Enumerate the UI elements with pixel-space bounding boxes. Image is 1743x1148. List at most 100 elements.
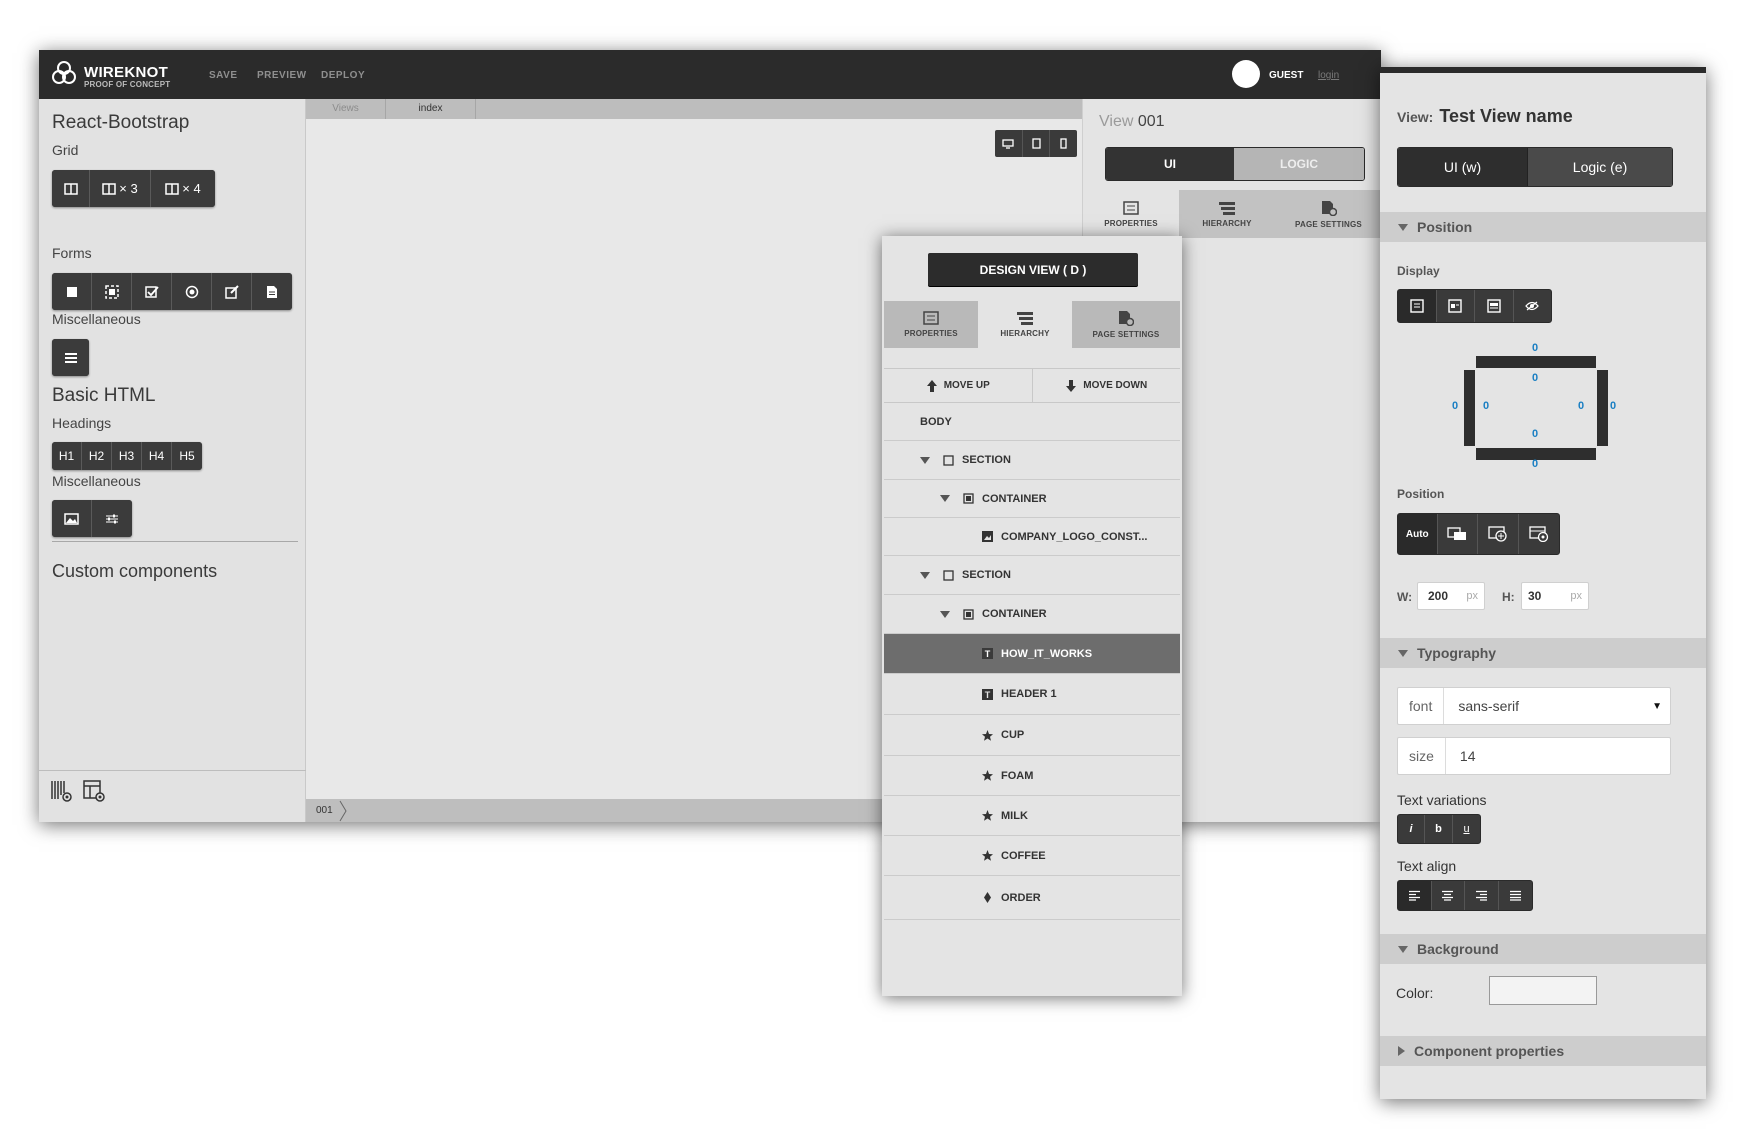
h5-button[interactable]: H5	[172, 442, 202, 470]
tab-views[interactable]: Views	[306, 99, 386, 119]
tree-node-container[interactable]: CONTAINER	[884, 480, 1180, 518]
hierarchy-tab-hierarchy[interactable]: HIERARCHY	[978, 301, 1072, 348]
deploy-link[interactable]: DEPLOY	[321, 70, 365, 81]
size-value[interactable]: 14	[1446, 738, 1670, 774]
image-icon[interactable]	[52, 500, 92, 537]
font-value[interactable]: sans-serif	[1444, 688, 1652, 724]
background-section-header[interactable]: Background	[1380, 934, 1706, 964]
margin-top-value[interactable]: 0	[1532, 342, 1538, 354]
phone-icon[interactable]	[1050, 130, 1077, 157]
position-relative-icon[interactable]	[1438, 514, 1479, 554]
sliders-icon[interactable]	[92, 500, 132, 537]
select-form-icon[interactable]	[92, 273, 132, 310]
design-view-button[interactable]: DESIGN VIEW ( D )	[928, 253, 1138, 286]
padding-left-value[interactable]: 0	[1483, 400, 1489, 412]
breadcrumb[interactable]: 001	[316, 805, 333, 816]
h4-button[interactable]: H4	[142, 442, 172, 470]
login-link[interactable]: login	[1318, 70, 1339, 81]
layout-view-icon[interactable]	[82, 779, 106, 803]
document-icon[interactable]	[252, 273, 292, 310]
position-fixed-icon[interactable]	[1519, 514, 1559, 554]
expand-arrow-icon[interactable]	[940, 610, 950, 618]
size-input[interactable]: size 14	[1397, 737, 1671, 775]
tree-node-diamond[interactable]: ORDER	[884, 876, 1180, 920]
grid-1-button[interactable]	[52, 170, 90, 207]
tab-properties[interactable]: PROPERTIES	[1083, 190, 1179, 238]
typography-section-header[interactable]: Typography	[1380, 638, 1706, 668]
h2-button[interactable]: H2	[82, 442, 112, 470]
tab-index[interactable]: index	[386, 99, 476, 119]
display-block-icon[interactable]	[1398, 290, 1437, 322]
width-input[interactable]: 200 px	[1417, 582, 1485, 610]
tab-logic[interactable]: LOGIC	[1234, 148, 1364, 180]
tree-node-section[interactable]: SECTION	[884, 556, 1180, 595]
preview-link[interactable]: PREVIEW	[257, 70, 307, 81]
align-left-icon[interactable]	[1398, 881, 1432, 910]
tree-node-text[interactable]: T HEADER 1	[884, 674, 1180, 715]
background-color-picker[interactable]	[1489, 976, 1597, 1005]
tab-logic-e[interactable]: Logic (e)	[1527, 148, 1672, 186]
width-value[interactable]: 200	[1418, 583, 1466, 609]
bold-button[interactable]: b	[1425, 815, 1453, 843]
margin-bottom-value[interactable]: 0	[1532, 458, 1538, 470]
tab-ui-w[interactable]: UI (w)	[1398, 148, 1528, 186]
radio-icon[interactable]	[172, 273, 212, 310]
height-input[interactable]: 30 px	[1521, 582, 1589, 610]
position-absolute-icon[interactable]	[1478, 514, 1519, 554]
italic-button[interactable]: i	[1398, 815, 1425, 843]
tree-node-container[interactable]: CONTAINER	[884, 595, 1180, 634]
align-center-icon[interactable]	[1432, 881, 1465, 910]
list-icon[interactable]	[52, 339, 89, 376]
align-right-icon[interactable]	[1465, 881, 1499, 910]
display-inline-block-icon[interactable]	[1475, 290, 1514, 322]
underline-button[interactable]: u	[1453, 815, 1480, 843]
grid-4-button[interactable]: × 4	[151, 170, 215, 207]
hierarchy-tab-properties[interactable]: PROPERTIES	[884, 301, 978, 348]
tree-node-text-selected[interactable]: T HOW_IT_WORKS	[884, 634, 1180, 674]
tree-node-star[interactable]: MILK	[884, 796, 1180, 836]
display-inline-icon[interactable]	[1437, 290, 1475, 322]
expand-arrow-icon[interactable]	[920, 456, 930, 464]
hierarchy-tab-page-settings[interactable]: PAGE SETTINGS	[1072, 301, 1180, 348]
display-hidden-eye-icon[interactable]	[1514, 290, 1552, 322]
padding-top-value[interactable]: 0	[1532, 372, 1538, 384]
align-justify-icon[interactable]	[1499, 881, 1532, 910]
tab-hierarchy[interactable]: HIERARCHY	[1179, 190, 1275, 238]
tree-node-star[interactable]: CUP	[884, 715, 1180, 756]
grid-3-button[interactable]: × 3	[90, 170, 151, 207]
margin-left-bar[interactable]	[1464, 370, 1475, 446]
avatar[interactable]	[1232, 60, 1260, 88]
position-auto-button[interactable]: Auto	[1398, 514, 1438, 554]
tree-node-section[interactable]: SECTION	[884, 441, 1180, 480]
h3-button[interactable]: H3	[112, 442, 142, 470]
checked-checkbox-icon[interactable]	[132, 273, 172, 310]
padding-right-value[interactable]: 0	[1578, 400, 1584, 412]
dropdown-caret-icon[interactable]: ▼	[1652, 688, 1670, 724]
checkbox-form-icon[interactable]	[52, 273, 92, 310]
tab-page-settings[interactable]: PAGE SETTINGS	[1275, 190, 1382, 238]
font-select[interactable]: font sans-serif ▼	[1397, 687, 1671, 725]
edit-input-icon[interactable]	[212, 273, 252, 310]
tablet-icon[interactable]	[1023, 130, 1051, 157]
expand-arrow-icon[interactable]	[920, 571, 930, 579]
save-link[interactable]: SAVE	[209, 70, 238, 81]
h1-button[interactable]: H1	[52, 442, 82, 470]
desktop-icon[interactable]	[995, 130, 1023, 157]
barcode-view-icon[interactable]	[50, 779, 74, 803]
component-properties-header[interactable]: Component properties	[1380, 1036, 1706, 1066]
move-down-button[interactable]: MOVE DOWN	[1033, 369, 1181, 402]
margin-right-bar[interactable]	[1597, 370, 1608, 446]
padding-bottom-value[interactable]: 0	[1532, 428, 1538, 440]
height-value[interactable]: 30	[1522, 583, 1570, 609]
tree-node-image[interactable]: COMPANY_LOGO_CONST...	[884, 518, 1180, 556]
margin-right-value[interactable]: 0	[1610, 400, 1616, 412]
tree-node-star[interactable]: COFFEE	[884, 836, 1180, 876]
margin-top-bar[interactable]	[1476, 356, 1596, 368]
move-up-button[interactable]: MOVE UP	[884, 369, 1033, 402]
tree-node-body[interactable]: BODY	[884, 403, 1180, 441]
position-section-header[interactable]: Position	[1380, 212, 1706, 242]
tab-ui[interactable]: UI	[1106, 148, 1234, 180]
tree-node-star[interactable]: FOAM	[884, 756, 1180, 796]
margin-left-value[interactable]: 0	[1452, 400, 1458, 412]
expand-arrow-icon[interactable]	[940, 495, 950, 502]
